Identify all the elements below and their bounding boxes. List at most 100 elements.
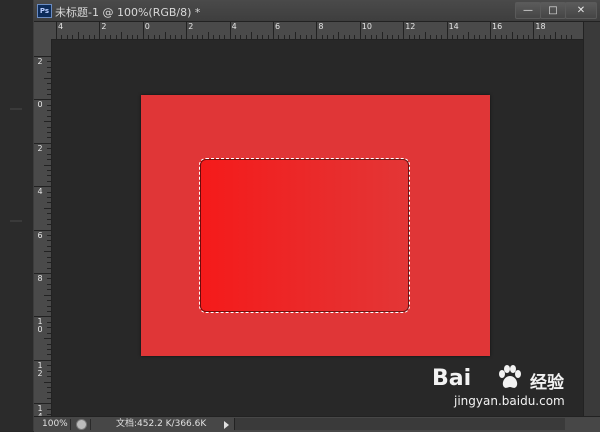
ruler-tick [218,35,220,39]
ruler-tick [424,32,426,39]
ruler-tick [47,153,51,155]
ruler-tick [47,202,51,204]
ruler-tick [34,359,51,361]
ruler-tick [348,35,350,39]
ruler-tick [47,310,51,312]
document-title: 未标题-1 @ 100%(RGB/8) * [55,6,201,19]
ruler-tick [47,408,51,410]
ruler-tick [544,35,546,39]
ruler-label: 0 [37,100,43,110]
ruler-label: 16 [492,22,503,31]
ruler-tick [34,186,51,188]
document-canvas[interactable] [141,95,490,356]
ruler-label: 1 0 [37,317,43,335]
ruler-tick [34,316,51,318]
ruler-label: 4 [58,22,64,31]
ruler-tick [191,35,193,39]
zoom-level[interactable]: 100% [42,417,68,432]
ruler-tick [47,305,51,307]
ruler-tick [47,262,51,264]
ruler-tick [240,35,242,39]
ruler-tick [99,22,101,39]
ruler-tick [495,35,497,39]
ruler-tick [34,99,51,101]
ruler-tick [370,35,372,39]
ruler-tick [47,256,51,258]
maximize-button[interactable]: □ [540,2,566,19]
horizontal-scrollbar[interactable] [234,418,565,430]
ruler-tick [88,35,90,39]
ruler-tick [47,159,51,161]
ruler-tick [34,56,51,57]
ruler-tick [47,283,51,285]
ruler-tick [517,35,519,39]
ruler-tick [47,137,51,139]
ruler-tick [72,35,74,39]
ruler-tick [457,35,459,39]
ruler-tick [142,22,144,39]
close-button[interactable]: ✕ [565,2,597,19]
vertical-ruler[interactable]: 2 0 2 4 6 8 1 0 1 2 1 4 [34,39,52,416]
ruler-tick [386,35,388,39]
ruler-tick [571,35,573,39]
ruler-tick [435,35,437,39]
rounded-rect-selection[interactable] [199,158,410,313]
ruler-tick [34,142,51,144]
ruler-tick [131,35,133,39]
panel-grip [10,108,22,110]
ruler-tick [197,35,199,39]
ruler-tick [321,35,323,39]
ruler-tick [121,32,123,39]
ruler-tick [47,343,51,345]
ruler-tick [397,35,399,39]
status-info-icon[interactable] [76,419,87,430]
ruler-tick [441,35,443,39]
ruler-origin[interactable] [34,22,52,40]
ruler-label: 8 [37,274,43,283]
ruler-tick [213,35,215,39]
ruler-label: 1 4 [37,404,43,416]
ruler-tick [533,22,535,39]
vertical-scrollbar[interactable] [583,22,600,416]
panel-grip [10,220,22,222]
horizontal-ruler[interactable]: 4 2 0 2 4 6 8 10 12 14 16 18 [51,22,583,40]
status-menu-arrow-icon[interactable] [224,421,229,429]
ruler-label: 12 [405,22,416,31]
ruler-tick [47,267,51,269]
ruler-tick [164,32,166,39]
ruler-tick [555,32,557,39]
ruler-tick [56,22,57,39]
ruler-tick [47,197,51,199]
ruler-tick [44,164,51,166]
ruler-tick [251,32,253,39]
watermark-brand-right: 经验 [530,373,564,393]
ruler-tick [262,35,264,39]
document-titlebar[interactable]: Ps 未标题-1 @ 100%(RGB/8) * — □ ✕ [34,0,600,22]
ruler-tick [180,35,182,39]
ruler-tick [47,365,51,367]
ruler-tick [148,35,150,39]
ruler-tick [47,213,51,215]
ruler-tick [47,115,51,117]
ruler-tick [506,35,508,39]
ruler-label: 1 2 [37,360,43,378]
ruler-tick [381,32,383,39]
ruler-tick [110,35,112,39]
ruler-tick [137,35,139,39]
ruler-tick [47,321,51,323]
ruler-tick [47,61,51,63]
ruler-label: 10 [361,22,372,31]
ruler-tick [283,35,285,39]
ruler-tick [47,348,51,350]
ruler-tick [446,22,448,39]
ruler-label: 2 [37,57,43,66]
ruler-tick [47,370,51,372]
ruler-tick [310,35,312,39]
ruler-tick [300,35,302,39]
ruler-tick [175,35,177,39]
ruler-tick [47,175,51,177]
minimize-button[interactable]: — [515,2,541,19]
ruler-tick [294,32,296,39]
ruler-tick [490,22,491,39]
ruler-tick [47,278,51,280]
